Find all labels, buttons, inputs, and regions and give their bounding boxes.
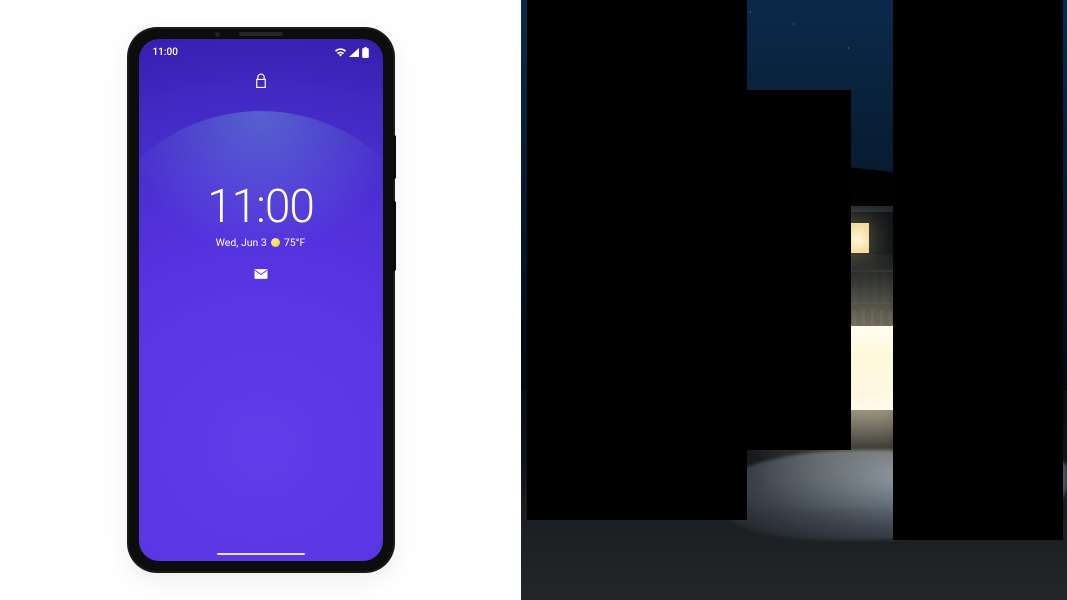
right-pane-night-scene	[521, 0, 1067, 600]
wifi-icon	[335, 48, 346, 57]
lockscreen-clock-block: 11:00 Wed, Jun 3 75°F	[139, 184, 383, 249]
cellular-signal-icon	[349, 48, 359, 57]
status-bar: 11:00	[139, 47, 383, 58]
status-bar-icons	[335, 47, 369, 58]
wallpaper-arc-highlight	[139, 111, 383, 471]
phone-volume-button[interactable]	[393, 201, 396, 271]
left-pane: 11:00 11:00 Wed, Jun 3 75°F	[0, 0, 521, 600]
notification-mail-icon[interactable]	[254, 264, 267, 283]
phone-front-camera	[215, 32, 220, 37]
pine-tree	[741, 90, 851, 450]
phone-screen[interactable]: 11:00 11:00 Wed, Jun 3 75°F	[139, 39, 383, 561]
phone-earpiece	[239, 32, 283, 36]
lockscreen-temperature: 75°F	[284, 236, 306, 249]
pine-tree	[527, 0, 747, 520]
phone-power-button[interactable]	[393, 135, 396, 179]
battery-icon	[362, 47, 369, 58]
status-bar-time: 11:00	[153, 47, 178, 58]
lockscreen-date-weather: Wed, Jun 3 75°F	[139, 236, 383, 249]
weather-sun-icon	[271, 238, 280, 247]
split-layout: 11:00 11:00 Wed, Jun 3 75°F	[0, 0, 1067, 600]
phone-body: 11:00 11:00 Wed, Jun 3 75°F	[129, 29, 393, 571]
lockscreen-clock: 11:00	[139, 184, 383, 230]
lockscreen-date: Wed, Jun 3	[216, 236, 267, 249]
lock-icon	[254, 73, 267, 93]
home-indicator[interactable]	[217, 553, 305, 555]
pine-tree	[893, 0, 1063, 540]
